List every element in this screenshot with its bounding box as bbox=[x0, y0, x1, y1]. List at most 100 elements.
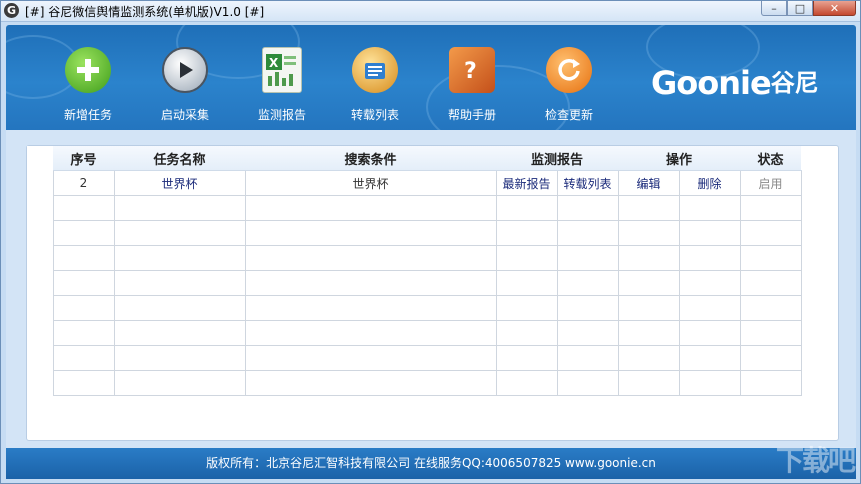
table-spacer bbox=[27, 346, 53, 371]
col-header-search-condition: 搜索条件 bbox=[245, 146, 496, 171]
start-collect-button[interactable]: 启动采集 bbox=[145, 47, 225, 123]
row-search-condition: 世界杯 bbox=[244, 170, 497, 196]
table-spacer bbox=[801, 146, 813, 171]
help-manual-button[interactable]: ? 帮助手册 bbox=[432, 47, 512, 123]
table-row bbox=[27, 345, 813, 371]
reprint-list-link[interactable]: 转载列表 bbox=[556, 170, 619, 196]
delete-link[interactable]: 删除 bbox=[678, 170, 741, 196]
empty-cell bbox=[113, 345, 246, 371]
table-header-row: 序号 任务名称 搜索条件 监测报告 操作 状态 bbox=[27, 146, 813, 171]
title-bar[interactable]: G [#] 谷尼微信舆情监测系统(单机版)V1.0 [#] – □ ✕ bbox=[1, 1, 860, 22]
empty-cell bbox=[556, 195, 619, 221]
table-spacer bbox=[27, 171, 53, 196]
empty-cell bbox=[739, 320, 802, 346]
start-collect-label: 启动采集 bbox=[160, 108, 209, 122]
empty-cell bbox=[739, 245, 802, 271]
excel-icon: X bbox=[262, 47, 302, 93]
monitor-report-label: 监测报告 bbox=[257, 108, 306, 122]
empty-cell bbox=[617, 270, 680, 296]
empty-cell bbox=[244, 245, 497, 271]
task-table-container: 序号 任务名称 搜索条件 监测报告 操作 状态 2 世界杯 世界杯 最新报告 转… bbox=[26, 145, 839, 441]
window-title: [#] 谷尼微信舆情监测系统(单机版)V1.0 [#] bbox=[25, 5, 265, 19]
site-watermark: 下载吧 bbox=[775, 444, 856, 477]
app-logo-icon: G bbox=[4, 3, 19, 18]
app-window: G [#] 谷尼微信舆情监测系统(单机版)V1.0 [#] – □ ✕ 新增任务… bbox=[0, 0, 861, 484]
help-book-icon: ? bbox=[449, 47, 495, 93]
new-task-label: 新增任务 bbox=[63, 108, 112, 122]
empty-cell bbox=[678, 320, 741, 346]
empty-cell bbox=[678, 220, 741, 246]
new-task-button[interactable]: 新增任务 bbox=[48, 47, 128, 123]
empty-cell bbox=[52, 370, 115, 396]
table-spacer bbox=[27, 296, 53, 321]
task-table: 序号 任务名称 搜索条件 监测报告 操作 状态 2 世界杯 世界杯 最新报告 转… bbox=[27, 146, 813, 396]
toolbar-header: 新增任务 启动采集 X 监测报告 转载列表 ? 帮助手册 检查更新 Goonie… bbox=[6, 25, 856, 130]
edit-link[interactable]: 编辑 bbox=[617, 170, 680, 196]
status-enable-link[interactable]: 启用 bbox=[739, 170, 802, 196]
table-spacer bbox=[801, 346, 813, 371]
window-controls: – □ ✕ bbox=[761, 1, 856, 17]
reprint-list-button[interactable]: 转载列表 bbox=[335, 47, 415, 123]
empty-cell bbox=[739, 270, 802, 296]
col-header-operation: 操作 bbox=[618, 146, 740, 171]
minimize-icon: – bbox=[771, 1, 777, 15]
logo-chinese: 谷尼 bbox=[770, 69, 819, 97]
table-spacer bbox=[27, 371, 53, 396]
plus-icon bbox=[65, 47, 111, 93]
table-spacer bbox=[801, 196, 813, 221]
reprint-list-label: 转载列表 bbox=[350, 108, 399, 122]
latest-report-link[interactable]: 最新报告 bbox=[495, 170, 558, 196]
empty-cell bbox=[617, 220, 680, 246]
col-header-index: 序号 bbox=[53, 146, 114, 171]
maximize-icon: □ bbox=[794, 1, 806, 15]
row-task-name: 世界杯 bbox=[113, 170, 246, 196]
empty-cell bbox=[113, 245, 246, 271]
empty-cell bbox=[52, 195, 115, 221]
empty-cell bbox=[113, 270, 246, 296]
empty-cell bbox=[739, 195, 802, 221]
empty-cell bbox=[113, 195, 246, 221]
empty-cell bbox=[52, 220, 115, 246]
empty-cell bbox=[52, 270, 115, 296]
copyright-text: 版权所有：北京谷尼汇智科技有限公司 在线服务QQ:4006507825 www.… bbox=[206, 456, 656, 470]
col-header-task-name: 任务名称 bbox=[114, 146, 245, 171]
refresh-icon bbox=[546, 47, 592, 93]
empty-cell bbox=[244, 320, 497, 346]
svg-text:?: ? bbox=[464, 59, 477, 84]
table-spacer bbox=[801, 371, 813, 396]
table-row bbox=[27, 245, 813, 271]
close-button[interactable]: ✕ bbox=[813, 1, 856, 16]
empty-cell bbox=[556, 295, 619, 321]
check-update-button[interactable]: 检查更新 bbox=[529, 47, 609, 123]
minimize-button[interactable]: – bbox=[761, 1, 787, 16]
empty-cell bbox=[739, 295, 802, 321]
monitor-report-button[interactable]: X 监测报告 bbox=[242, 47, 322, 123]
empty-cell bbox=[678, 345, 741, 371]
table-spacer bbox=[27, 271, 53, 296]
status-footer: 版权所有：北京谷尼汇智科技有限公司 在线服务QQ:4006507825 www.… bbox=[6, 448, 856, 479]
maximize-button[interactable]: □ bbox=[787, 1, 813, 16]
table-row[interactable]: 2 世界杯 世界杯 最新报告 转载列表 编辑 删除 启用 bbox=[27, 170, 813, 196]
empty-cell bbox=[556, 270, 619, 296]
empty-cell bbox=[739, 220, 802, 246]
empty-cell bbox=[244, 370, 497, 396]
list-icon bbox=[352, 47, 398, 93]
logo-latin: Goonie bbox=[651, 64, 772, 102]
empty-cell bbox=[495, 370, 558, 396]
play-icon bbox=[162, 47, 208, 93]
row-index: 2 bbox=[52, 170, 115, 196]
empty-cell bbox=[556, 245, 619, 271]
empty-cell bbox=[617, 320, 680, 346]
table-row bbox=[27, 370, 813, 396]
empty-cell bbox=[113, 220, 246, 246]
col-header-monitor-report: 监测报告 bbox=[496, 146, 618, 171]
empty-cell bbox=[495, 320, 558, 346]
empty-cell bbox=[244, 220, 497, 246]
empty-cell bbox=[495, 295, 558, 321]
help-manual-label: 帮助手册 bbox=[447, 108, 496, 122]
empty-cell bbox=[617, 245, 680, 271]
table-row bbox=[27, 320, 813, 346]
empty-cell bbox=[556, 320, 619, 346]
empty-cell bbox=[678, 195, 741, 221]
empty-cell bbox=[244, 295, 497, 321]
